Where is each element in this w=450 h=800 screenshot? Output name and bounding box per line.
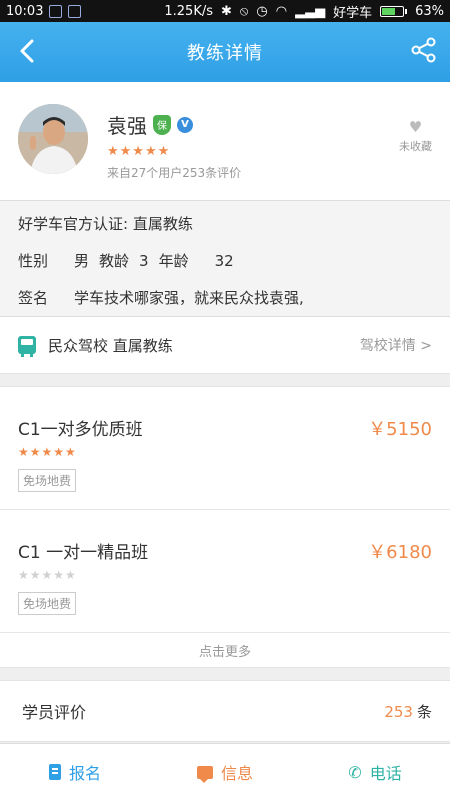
back-arrow-icon[interactable] bbox=[12, 36, 42, 66]
verified-badge-icon: V bbox=[177, 116, 193, 133]
class-rating-stars: ★★★★★ bbox=[18, 568, 77, 582]
coach-rating-stars: ★★★★★ bbox=[107, 144, 171, 159]
teaching-age-label: 教龄 bbox=[99, 252, 130, 270]
signal-icon: ▂▃▅ bbox=[295, 3, 326, 19]
message-button[interactable]: 信息 bbox=[150, 744, 300, 800]
message-label: 信息 bbox=[220, 764, 253, 783]
mute-icon: ⦸ bbox=[239, 3, 249, 19]
basic-info-row: 性别 男 教龄 3 年龄 32 bbox=[18, 242, 432, 279]
favorite-button[interactable]: ♥ 未收藏 bbox=[399, 118, 432, 154]
image-notification-icon bbox=[68, 4, 82, 18]
coach-info: 好学车官方认证: 直属教练 性别 男 教龄 3 年龄 32 签名 学车技术哪家强… bbox=[0, 201, 450, 317]
coach-name: 袁强 bbox=[107, 114, 147, 138]
student-reviews-row[interactable]: 学员评价 253 条 bbox=[0, 680, 450, 742]
class-item[interactable]: C1 一对一精品班 ￥6180 ★★★★★ 免场地费 bbox=[0, 510, 450, 633]
load-more-button[interactable]: 点击更多 bbox=[0, 633, 450, 668]
class-item[interactable]: C1一对多优质班 ￥5150 ★★★★★ 免场地费 bbox=[0, 387, 450, 510]
status-bar: 10:03 1.25K/s ✱ ⦸ ◷ ◠ ▂▃▅ 好学车 63% bbox=[0, 0, 450, 22]
signup-label: 报名 bbox=[68, 764, 101, 783]
reviews-unit: 条 bbox=[416, 702, 432, 721]
phone-icon: ✆ bbox=[348, 762, 362, 782]
review-source: 来自27个用户253条评价 bbox=[107, 166, 242, 180]
page-title: 教练详情 bbox=[187, 43, 263, 64]
age-label: 年龄 bbox=[158, 252, 189, 270]
bus-icon bbox=[18, 336, 36, 357]
carrier-name: 好学车 bbox=[333, 5, 373, 21]
favorite-label: 未收藏 bbox=[399, 140, 432, 153]
gender-label: 性别 bbox=[18, 252, 49, 270]
signature-value: 学车技术哪家强，就来民众找袁强, bbox=[74, 289, 304, 307]
signup-button[interactable]: 报名 bbox=[0, 744, 150, 800]
signature-row: 签名 学车技术哪家强，就来民众找袁强, bbox=[18, 279, 432, 316]
bottom-action-bar: 报名 信息 ✆ 电话 bbox=[0, 743, 450, 800]
class-name: C1一对多优质班 bbox=[18, 420, 143, 440]
insurance-badge-icon: 保 bbox=[153, 114, 171, 135]
status-time: 10:03 bbox=[6, 3, 44, 19]
nav-bar: 教练详情 bbox=[0, 22, 450, 82]
class-list: C1一对多优质班 ￥5150 ★★★★★ 免场地费 C1 一对一精品班 ￥618… bbox=[0, 386, 450, 668]
message-icon bbox=[196, 765, 213, 783]
age-value: 32 bbox=[214, 251, 234, 270]
certification-value: 直属教练 bbox=[132, 215, 193, 233]
app-notification-icon bbox=[49, 4, 63, 18]
phone-label: 电话 bbox=[369, 764, 402, 783]
avatar[interactable] bbox=[18, 104, 88, 174]
battery-icon bbox=[380, 5, 408, 17]
signature-label: 签名 bbox=[18, 289, 49, 307]
wifi-icon: ◠ bbox=[275, 3, 288, 19]
school-detail-link[interactable]: 驾校详情 > bbox=[360, 335, 432, 355]
battery-level: 63% bbox=[415, 3, 444, 19]
gender-value: 男 bbox=[74, 252, 90, 270]
network-speed: 1.25K/s bbox=[164, 3, 213, 19]
alarm-icon: ◷ bbox=[256, 3, 268, 19]
class-price: ￥5150 bbox=[368, 419, 432, 440]
heart-icon: ♥ bbox=[408, 118, 423, 136]
reviews-label: 学员评价 bbox=[22, 703, 87, 722]
class-rating-stars: ★★★★★ bbox=[18, 445, 77, 459]
class-tag: 免场地费 bbox=[18, 469, 77, 492]
share-icon[interactable] bbox=[410, 36, 438, 64]
certification-row: 好学车官方认证: 直属教练 bbox=[18, 205, 432, 242]
bluetooth-icon: ✱ bbox=[221, 3, 232, 19]
coach-profile: 袁强 保 V ★★★★★ 来自27个用户253条评价 ♥ 未收藏 bbox=[0, 82, 450, 201]
teaching-age-value: 3 bbox=[139, 251, 149, 270]
class-name: C1 一对一精品班 bbox=[18, 543, 149, 563]
clipboard-icon bbox=[48, 764, 61, 780]
class-price: ￥6180 bbox=[368, 542, 432, 563]
phone-button[interactable]: ✆ 电话 bbox=[300, 744, 450, 800]
reviews-count: 253 bbox=[384, 702, 413, 721]
certification-label: 好学车官方认证: bbox=[18, 215, 129, 233]
class-tag: 免场地费 bbox=[18, 592, 77, 615]
school-row[interactable]: 民众驾校 直属教练 驾校详情 > bbox=[0, 317, 450, 374]
school-name: 民众驾校 直属教练 bbox=[48, 336, 173, 355]
